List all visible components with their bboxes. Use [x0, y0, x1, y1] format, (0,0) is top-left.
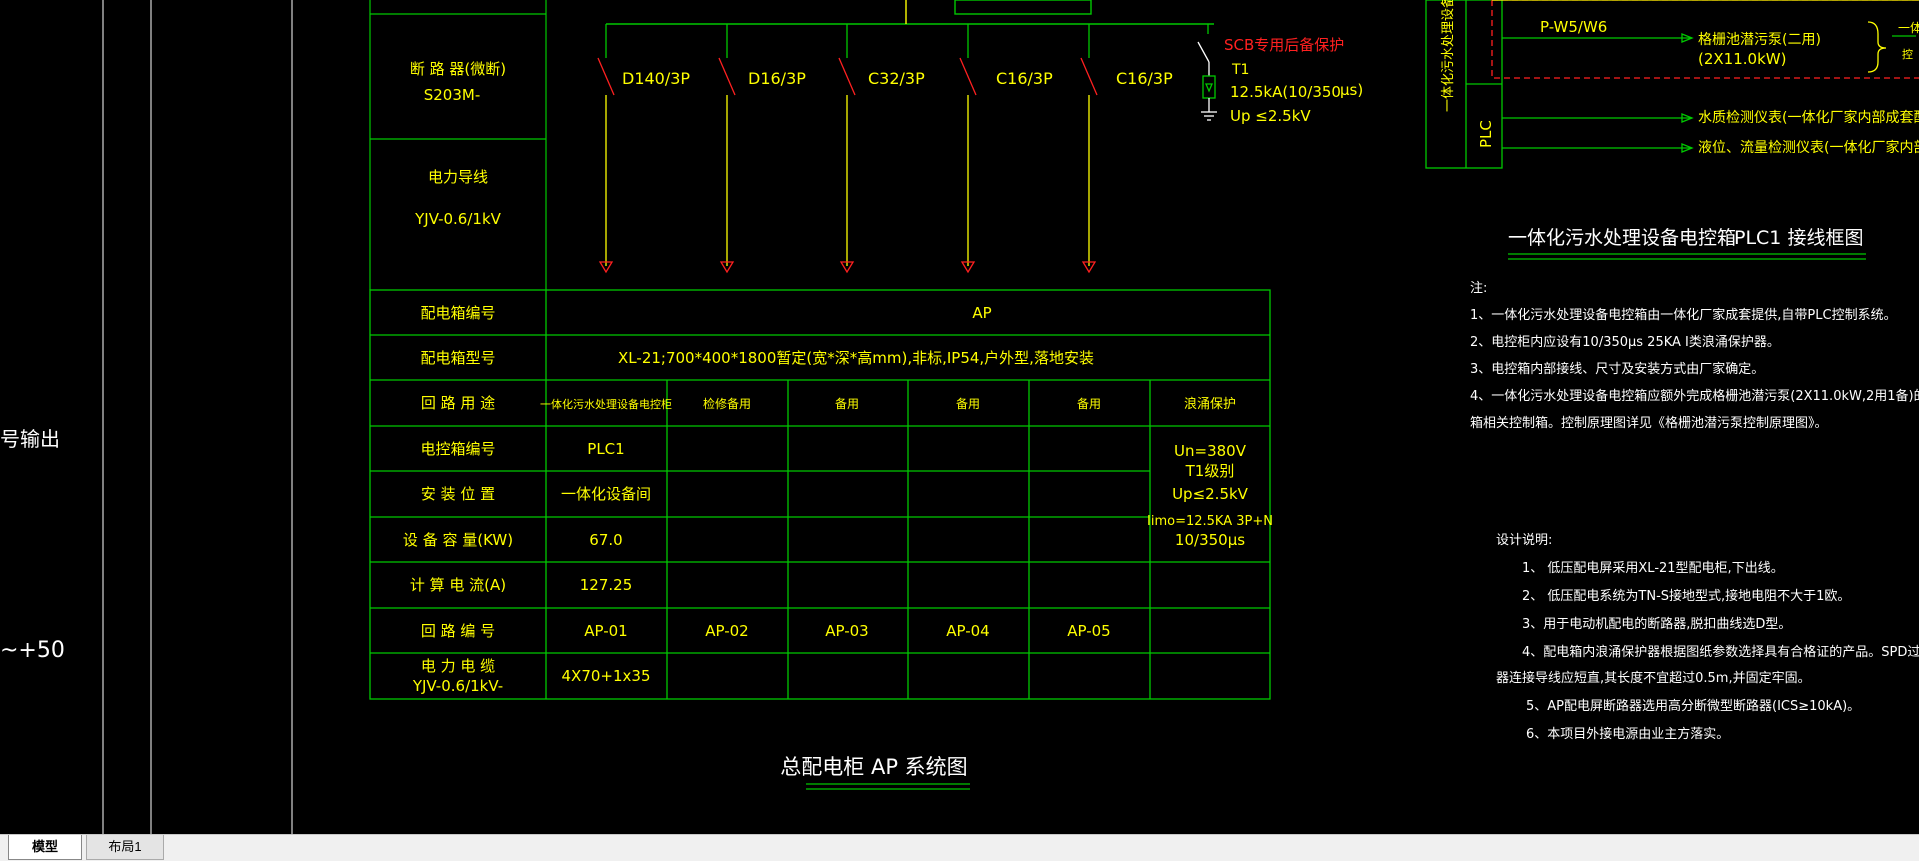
- purpose-5: 备用: [1077, 397, 1101, 411]
- spd-label: SCB专用后备保护: [1224, 36, 1344, 54]
- note-1: 1、一体化污水处理设备电控箱由一体化厂家成套提供,自带PLC控制系统。: [1470, 307, 1897, 323]
- tab-model[interactable]: 模型: [8, 835, 82, 860]
- design-notes-heading: 设计说明:: [1496, 533, 1552, 548]
- spd-class: T1: [1231, 62, 1249, 78]
- capacity-1: 67.0: [589, 531, 622, 549]
- pump-line-label: P-W5/W6: [1540, 18, 1607, 36]
- row-label-capacity: 设 备 容 量(KW): [403, 531, 513, 549]
- busbar: [606, 0, 1214, 25]
- main-title-underline: [806, 783, 970, 790]
- note-2: 2、电控柜内应设有10/350μs 25KA Ⅰ类浪涌保护器。: [1470, 334, 1780, 350]
- row-label-purpose: 回 路 用 途: [421, 394, 495, 412]
- breaker-rating-4: C16/3P: [996, 69, 1053, 88]
- signal-water-quality: 水质检测仪表(一体化厂家内部成套配置): [1698, 109, 1919, 126]
- purpose-3: 备用: [835, 397, 859, 411]
- row-label-current: 计 算 电 流(A): [410, 576, 506, 594]
- cable-label: 电力导线: [428, 168, 488, 186]
- purpose-2: 检修备用: [703, 396, 751, 411]
- plc-title-right: PLC1 接线框图: [1734, 227, 1863, 249]
- row-label-location: 安 装 位 置: [421, 485, 495, 503]
- layout-tab-bar: 模型 布局1: [0, 834, 1919, 861]
- pump-power: (2X11.0kW): [1698, 50, 1786, 68]
- design-note-7: 6、本项目外接电源由业主方落实。: [1526, 726, 1729, 742]
- plc-label: PLC: [1477, 120, 1495, 148]
- top-left-table-grid: [369, 0, 547, 290]
- surge-line-4: Iimo=12.5KA 3P+N: [1147, 514, 1273, 529]
- design-note-6: 5、AP配电屏断路器选用高分断微型断路器(ICS≥10kA)。: [1526, 698, 1860, 714]
- row-label-cable-sub: YJV-0.6/1kV-: [412, 677, 503, 695]
- surge-line-2: T1级别: [1185, 462, 1235, 480]
- drawing-frame-lines: [102, 0, 293, 834]
- circuit-no-2: AP-02: [705, 622, 748, 640]
- cad-drawing-canvas[interactable]: 号输出 ~+50 断 路 器(微断) S203M- 电力导线 YJV-0.6/1…: [0, 0, 1919, 834]
- tab-layout1[interactable]: 布局1: [86, 835, 164, 860]
- breaker-rating-3: C32/3P: [868, 69, 925, 88]
- note-5: 箱相关控制箱。控制原理图详见《格栅池潜污泵控制原理图》。: [1470, 415, 1828, 431]
- surge-line-3: Up≤2.5kV: [1172, 485, 1249, 503]
- notes-heading: 注:: [1470, 281, 1487, 296]
- purpose-6: 浪涌保护: [1184, 397, 1236, 412]
- note-3: 3、电控箱内部接线、尺寸及安装方式由厂家确定。: [1470, 361, 1764, 377]
- box-number-label: 配电箱编号: [420, 304, 495, 322]
- spd-rating: 12.5kA(10/350: [1230, 83, 1341, 101]
- current-1: 127.25: [580, 576, 633, 594]
- design-note-3: 3、用于电动机配电的断路器,脱扣曲线选D型。: [1522, 616, 1791, 632]
- design-note-5: 器连接导线应短直,其长度不宜超过0.5m,并固定牢固。: [1496, 670, 1811, 686]
- left-fragment-signal: 号输出: [0, 427, 60, 451]
- spd-rating-unit: μs): [1340, 81, 1363, 99]
- row-label-box-no: 电控箱编号: [420, 440, 495, 458]
- purpose-1: 一体化污水处理设备电控柜: [540, 397, 672, 411]
- row-label-circuit-no: 回 路 编 号: [421, 622, 495, 640]
- breaker-rating-5: C16/3P: [1116, 69, 1173, 88]
- breaker-label: 断 路 器(微断): [410, 60, 506, 78]
- spd-up: Up ≤2.5kV: [1230, 107, 1311, 125]
- plc-title-underline: [1508, 253, 1866, 260]
- box-type-value: XL-21;700*400*1800暂定(宽*深*高mm),非标,IP54,户外…: [618, 349, 1094, 367]
- cable-1: 4X70+1x35: [562, 667, 651, 685]
- circuit-no-5: AP-05: [1067, 622, 1110, 640]
- design-note-2: 2、 低压配电系统为TN-S接地型式,接地电阻不大于1欧。: [1522, 588, 1850, 604]
- breaker-rating-2: D16/3P: [748, 69, 806, 88]
- circuit-no-4: AP-04: [946, 622, 989, 640]
- plc-edge-text-1: 一体: [1898, 21, 1919, 35]
- circuit-no-1: AP-01: [584, 622, 627, 640]
- main-diagram-title: 总配电柜 AP 系统图: [780, 755, 967, 779]
- breaker-model: S203M-: [424, 86, 481, 104]
- pump-name: 格栅池潜污泵(二用): [1698, 32, 1821, 48]
- design-note-1: 1、 低压配电屏采用XL-21型配电柜,下出线。: [1522, 561, 1784, 576]
- cable-model: YJV-0.6/1kV: [414, 210, 502, 228]
- spd-symbol: [1197, 24, 1217, 121]
- box-type-label: 配电箱型号: [420, 349, 495, 367]
- surge-line-1: Un=380V: [1174, 442, 1247, 460]
- box-number-value: AP: [972, 304, 991, 322]
- plc-title-left: 一体化污水处理设备电控箱: [1508, 227, 1736, 249]
- plc-edge-text-2: 控: [1902, 47, 1913, 61]
- breaker-rating-1: D140/3P: [622, 69, 690, 88]
- signal-level-flow: 液位、流量检测仪表(一体化厂家内部成套配置): [1698, 139, 1919, 156]
- circuit-no-3: AP-03: [825, 622, 868, 640]
- plc-vertical-label: 一体化污水处理设备电控: [1440, 0, 1456, 112]
- feeder-lines: [597, 24, 1098, 274]
- note-4: 4、一体化污水处理设备电控箱应额外完成格栅池潜污泵(2X11.0kW,2用1备)…: [1470, 388, 1919, 404]
- design-note-4: 4、配电箱内浪涌保护器根据图纸参数选择具有合格证的产品。SPD过电流保护器件应: [1522, 644, 1919, 660]
- box-no-1: PLC1: [587, 440, 624, 458]
- purpose-4: 备用: [956, 397, 980, 411]
- design-notes-block: 设计说明: 1、 低压配电屏采用XL-21型配电柜,下出线。 2、 低压配电系统…: [1496, 533, 1919, 742]
- left-fragment-elevation: ~+50: [0, 638, 65, 663]
- surge-line-5: 10/350μs: [1175, 531, 1245, 549]
- row-label-cable: 电 力 电 缆: [421, 657, 495, 675]
- location-1: 一体化设备间: [561, 485, 651, 503]
- main-table-text: 配电箱编号 AP 配电箱型号 XL-21;700*400*1800暂定(宽*深*…: [403, 304, 1273, 695]
- notes-block: 注: 1、一体化污水处理设备电控箱由一体化厂家成套提供,自带PLC控制系统。 2…: [1470, 281, 1919, 431]
